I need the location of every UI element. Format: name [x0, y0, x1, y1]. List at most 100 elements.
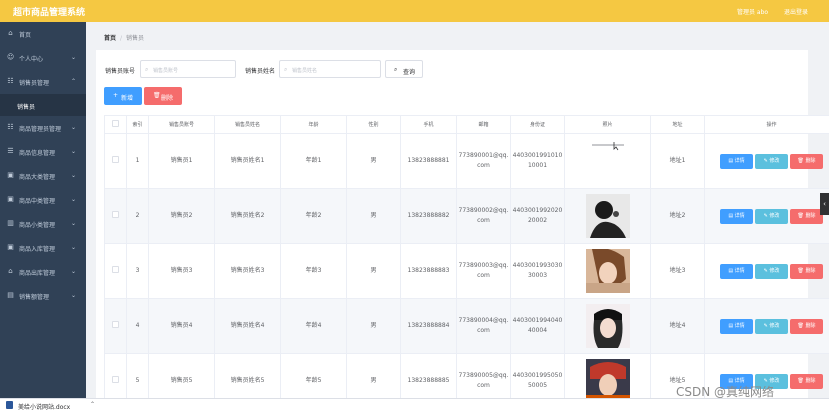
row-select-cell — [104, 243, 127, 299]
breadcrumb-home[interactable]: 首页 — [104, 35, 116, 42]
column-header: 手机 — [400, 115, 457, 134]
collapse-handle[interactable]: ‹ — [820, 193, 829, 215]
search-button[interactable]: ⌕ 查询 — [385, 60, 423, 78]
view-button[interactable]: ▤ 详情 — [720, 153, 753, 169]
bulk-delete-button-label: 删除 — [161, 95, 174, 102]
delete-button-label: 删除 — [805, 267, 816, 274]
cell-index: 3 — [126, 243, 149, 299]
sidebar-item-product-admin[interactable]: ☷ 商品管理员管理 ⌄ — [0, 116, 86, 140]
sidebar-item-salesman[interactable]: ☷ 销售员管理 ⌃ — [0, 70, 86, 94]
app-title: 超市商品管理系统 — [13, 8, 86, 18]
checkbox[interactable] — [112, 265, 119, 273]
sidebar-item-label: 商品管理员管理 — [19, 126, 62, 133]
name-search-input[interactable]: ⌕ 销售员姓名 — [279, 60, 381, 78]
sidebar-item-label: 销售额管理 — [19, 294, 50, 301]
chevron-up-icon: ⌃ — [71, 78, 77, 85]
cell-phone: 13823888883 — [400, 243, 457, 299]
edit-button[interactable]: ✎ 修改 — [755, 263, 788, 279]
chevron-down-icon: ⌄ — [71, 124, 77, 131]
sidebar-item-stock-out[interactable]: ⌂ 商品出库管理 ⌄ — [0, 260, 86, 284]
chevron-down-icon: ⌄ — [71, 148, 77, 155]
file-icon: ▤ — [728, 157, 734, 164]
sidebar-subitem-salesman[interactable]: 销售员 — [0, 94, 86, 116]
edit-button-label: 修改 — [769, 267, 780, 274]
view-button[interactable]: ▤ 详情 — [720, 208, 753, 224]
cell-gender: 男 — [346, 243, 401, 299]
delete-button[interactable]: 🗑 删除 — [790, 208, 823, 224]
sidebar-item-product-info[interactable]: ☰ 商品信息管理 ⌄ — [0, 140, 86, 164]
cell-phone: 13823888884 — [400, 298, 457, 354]
cell-id-card: 440300199404040004 — [510, 298, 565, 354]
cell-age: 年龄1 — [280, 133, 347, 189]
watermark: CSDN @真纯网络 — [676, 385, 775, 399]
checkbox[interactable] — [112, 375, 119, 383]
name-search-label: 销售员姓名 — [245, 68, 276, 75]
add-button-label: 新增 — [121, 95, 134, 102]
view-button[interactable]: ▤ 详情 — [720, 318, 753, 334]
edit-button[interactable]: ✎ 修改 — [755, 208, 788, 224]
bulk-delete-button[interactable]: 🗑 删除 — [144, 87, 182, 105]
sidebar-item-minor-category[interactable]: ▥ 商品小类管理 ⌄ — [0, 212, 86, 236]
shop-icon: ⌂ — [8, 267, 13, 275]
edit-icon: ✎ — [763, 212, 768, 219]
sidebar-item-label: 商品大类管理 — [19, 174, 56, 181]
delete-button[interactable]: 🗑 删除 — [790, 318, 823, 334]
chevron-down-icon: ⌄ — [71, 244, 77, 251]
cell-gender: 男 — [346, 188, 401, 244]
column-header: 照片 — [564, 115, 651, 134]
column-header: 索引 — [126, 115, 149, 134]
cell-photo — [564, 298, 651, 354]
delete-button[interactable]: 🗑 删除 — [790, 373, 823, 389]
account-search-label: 销售员账号 — [105, 68, 136, 75]
logout-link[interactable]: 退出登录 — [784, 7, 808, 16]
chevron-down-icon: ⌄ — [71, 172, 77, 179]
trash-icon: 🗑 — [797, 377, 804, 384]
edit-button[interactable]: ✎ 修改 — [755, 153, 788, 169]
cell-ops: ▤ 详情 ✎ 修改 🗑 删除 — [704, 298, 829, 354]
column-header: 性别 — [346, 115, 401, 134]
cell-age: 年龄4 — [280, 298, 347, 354]
home-icon: ⌂ — [8, 29, 13, 37]
chevron-up-icon[interactable]: ⌃ — [90, 401, 95, 408]
cell-photo — [564, 243, 651, 299]
chevron-down-icon: ⌄ — [71, 54, 77, 61]
checkbox[interactable] — [112, 320, 119, 328]
word-doc-icon — [6, 401, 13, 409]
edit-button[interactable]: ✎ 修改 — [755, 318, 788, 334]
account-search-input[interactable]: ⌕ 销售员账号 — [140, 60, 236, 78]
add-button[interactable]: + 新增 — [104, 87, 142, 105]
checkbox[interactable] — [112, 120, 119, 127]
header-select-all[interactable] — [104, 115, 127, 134]
view-button[interactable]: ▤ 详情 — [720, 263, 753, 279]
delete-button[interactable]: 🗑 删除 — [790, 153, 823, 169]
sidebar-item-home[interactable]: ⌂ 首页 — [0, 22, 86, 46]
cell-index: 4 — [126, 298, 149, 354]
sidebar-item-profile[interactable]: ☺ 个人中心 ⌄ — [0, 46, 86, 70]
view-button-label: 详情 — [734, 322, 745, 329]
sidebar-item-major-category[interactable]: ▣ 商品大类管理 ⌄ — [0, 164, 86, 188]
list-icon: ☰ — [7, 147, 14, 155]
delete-button[interactable]: 🗑 删除 — [790, 263, 823, 279]
trash-icon: 🗑 — [153, 92, 161, 99]
column-header: 身份证 — [510, 115, 565, 134]
sidebar-item-label: 商品信息管理 — [19, 150, 56, 157]
view-button-label: 详情 — [734, 267, 745, 274]
sidebar-item-sales[interactable]: ▤ 销售额管理 ⌄ — [0, 284, 86, 308]
sidebar-item-mid-category[interactable]: ▣ 商品中类管理 ⌄ — [0, 188, 86, 212]
breadcrumb-current: 销售员 — [126, 35, 145, 42]
sidebar-item-stock-in[interactable]: ▣ 商品入库管理 ⌄ — [0, 236, 86, 260]
doc-icon: ▤ — [7, 291, 14, 299]
plus-icon: + — [113, 92, 119, 99]
checkbox[interactable] — [112, 155, 119, 163]
cursor-icon — [613, 142, 618, 151]
cell-index: 1 — [126, 133, 149, 189]
download-filename[interactable]: 美给小说网站.docx — [18, 402, 70, 411]
sidebar-item-label: 商品中类管理 — [19, 198, 56, 205]
cell-phone: 13823888881 — [400, 133, 457, 189]
sidebar-item-label: 首页 — [19, 32, 32, 39]
column-header: 年龄 — [280, 115, 347, 134]
edit-button-label: 修改 — [769, 157, 780, 164]
checkbox[interactable] — [112, 210, 119, 218]
sidebar-item-label: 销售员管理 — [19, 80, 50, 87]
account-placeholder: 销售员账号 — [153, 68, 179, 74]
